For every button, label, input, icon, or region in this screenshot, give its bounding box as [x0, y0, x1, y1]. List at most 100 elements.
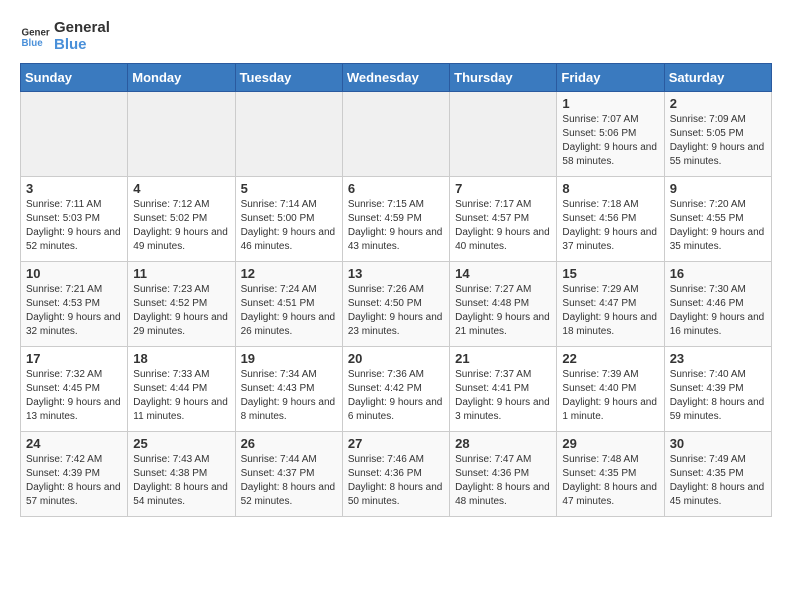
day-number: 8: [562, 181, 658, 196]
day-info: Sunrise: 7:39 AM Sunset: 4:40 PM Dayligh…: [562, 368, 658, 424]
day-number: 5: [241, 181, 337, 196]
day-info: Sunrise: 7:37 AM Sunset: 4:41 PM Dayligh…: [455, 368, 551, 424]
calendar-cell: 20 Sunrise: 7:36 AM Sunset: 4:42 PM Dayli…: [342, 347, 449, 432]
calendar-cell: 12 Sunrise: 7:24 AM Sunset: 4:51 PM Dayli…: [235, 262, 342, 347]
day-info: Sunrise: 7:24 AM Sunset: 4:51 PM Dayligh…: [241, 283, 337, 339]
week-row-3: 10 Sunrise: 7:21 AM Sunset: 4:53 PM Dayli…: [21, 262, 772, 347]
calendar-cell: [235, 92, 342, 177]
day-info: Sunrise: 7:27 AM Sunset: 4:48 PM Dayligh…: [455, 283, 551, 339]
day-number: 15: [562, 266, 658, 281]
day-number: 30: [670, 436, 766, 451]
day-number: 7: [455, 181, 551, 196]
calendar-cell: 3Sunrise: 7:11 AM Sunset: 5:03 PM Daylig…: [21, 177, 128, 262]
calendar-cell: 29Sunrise: 7:48 AM Sunset: 4:35 PM Dayli…: [557, 432, 664, 517]
calendar-cell: 10 Sunrise: 7:21 AM Sunset: 4:53 PM Dayli…: [21, 262, 128, 347]
calendar-cell: [128, 92, 235, 177]
day-info: Sunrise: 7:49 AM Sunset: 4:35 PM Dayligh…: [670, 453, 766, 509]
calendar-cell: 5 Sunrise: 7:14 AM Sunset: 5:00 PM Daylig…: [235, 177, 342, 262]
day-info: Sunrise: 7:12 AM Sunset: 5:02 PM Dayligh…: [133, 198, 229, 254]
week-row-4: 17 Sunrise: 7:32 AM Sunset: 4:45 PM Dayli…: [21, 347, 772, 432]
day-info: Sunrise: 7:32 AM Sunset: 4:45 PM Dayligh…: [26, 368, 122, 424]
day-info: Sunrise: 7:48 AM Sunset: 4:35 PM Dayligh…: [562, 453, 658, 509]
calendar-cell: 27 Sunrise: 7:46 AM Sunset: 4:36 PM Dayli…: [342, 432, 449, 517]
day-info: Sunrise: 7:17 AM Sunset: 4:57 PM Dayligh…: [455, 198, 551, 254]
day-info: Sunrise: 7:21 AM Sunset: 4:53 PM Dayligh…: [26, 283, 122, 339]
day-number: 16: [670, 266, 766, 281]
week-row-1: 1Sunrise: 7:07 AM Sunset: 5:06 PM Daylig…: [21, 92, 772, 177]
logo-icon: General Blue: [20, 22, 50, 52]
calendar-cell: 30 Sunrise: 7:49 AM Sunset: 4:35 PM Dayli…: [664, 432, 771, 517]
day-number: 1: [562, 96, 658, 111]
day-number: 6: [348, 181, 444, 196]
calendar-cell: 16Sunrise: 7:30 AM Sunset: 4:46 PM Dayli…: [664, 262, 771, 347]
calendar-cell: 14 Sunrise: 7:27 AM Sunset: 4:48 PM Dayli…: [450, 262, 557, 347]
day-number: 17: [26, 351, 122, 366]
day-info: Sunrise: 7:33 AM Sunset: 4:44 PM Dayligh…: [133, 368, 229, 424]
day-number: 10: [26, 266, 122, 281]
calendar-cell: 4 Sunrise: 7:12 AM Sunset: 5:02 PM Daylig…: [128, 177, 235, 262]
day-info: Sunrise: 7:46 AM Sunset: 4:36 PM Dayligh…: [348, 453, 444, 509]
day-number: 18: [133, 351, 229, 366]
logo-blue-text: Blue: [54, 37, 110, 54]
day-number: 14: [455, 266, 551, 281]
calendar-cell: 6 Sunrise: 7:15 AM Sunset: 4:59 PM Daylig…: [342, 177, 449, 262]
calendar-cell: 13 Sunrise: 7:26 AM Sunset: 4:50 PM Dayli…: [342, 262, 449, 347]
day-number: 4: [133, 181, 229, 196]
calendar-cell: 18 Sunrise: 7:33 AM Sunset: 4:44 PM Dayli…: [128, 347, 235, 432]
day-number: 19: [241, 351, 337, 366]
calendar-cell: 25Sunrise: 7:43 AM Sunset: 4:38 PM Dayli…: [128, 432, 235, 517]
calendar-cell: [450, 92, 557, 177]
day-info: Sunrise: 7:40 AM Sunset: 4:39 PM Dayligh…: [670, 368, 766, 424]
day-info: Sunrise: 7:11 AM Sunset: 5:03 PM Dayligh…: [26, 198, 122, 254]
day-number: 27: [348, 436, 444, 451]
calendar-cell: 28 Sunrise: 7:47 AM Sunset: 4:36 PM Dayli…: [450, 432, 557, 517]
day-number: 11: [133, 266, 229, 281]
day-number: 23: [670, 351, 766, 366]
day-number: 25: [133, 436, 229, 451]
day-number: 12: [241, 266, 337, 281]
week-row-2: 3Sunrise: 7:11 AM Sunset: 5:03 PM Daylig…: [21, 177, 772, 262]
day-info: Sunrise: 7:18 AM Sunset: 4:56 PM Dayligh…: [562, 198, 658, 254]
day-info: Sunrise: 7:29 AM Sunset: 4:47 PM Dayligh…: [562, 283, 658, 339]
week-row-5: 24 Sunrise: 7:42 AM Sunset: 4:39 PM Dayli…: [21, 432, 772, 517]
day-number: 24: [26, 436, 122, 451]
day-number: 13: [348, 266, 444, 281]
weekday-header-friday: Friday: [557, 64, 664, 92]
day-number: 2: [670, 96, 766, 111]
calendar-cell: 26Sunrise: 7:44 AM Sunset: 4:37 PM Dayli…: [235, 432, 342, 517]
calendar-cell: 21 Sunrise: 7:37 AM Sunset: 4:41 PM Dayli…: [450, 347, 557, 432]
calendar-cell: 11Sunrise: 7:23 AM Sunset: 4:52 PM Dayli…: [128, 262, 235, 347]
calendar-cell: 17 Sunrise: 7:32 AM Sunset: 4:45 PM Dayli…: [21, 347, 128, 432]
weekday-header-thursday: Thursday: [450, 64, 557, 92]
calendar-cell: 7 Sunrise: 7:17 AM Sunset: 4:57 PM Daylig…: [450, 177, 557, 262]
weekday-header-row: SundayMondayTuesdayWednesdayThursdayFrid…: [21, 64, 772, 92]
day-info: Sunrise: 7:36 AM Sunset: 4:42 PM Dayligh…: [348, 368, 444, 424]
day-info: Sunrise: 7:14 AM Sunset: 5:00 PM Dayligh…: [241, 198, 337, 254]
weekday-header-saturday: Saturday: [664, 64, 771, 92]
calendar-cell: 1Sunrise: 7:07 AM Sunset: 5:06 PM Daylig…: [557, 92, 664, 177]
day-number: 21: [455, 351, 551, 366]
day-info: Sunrise: 7:47 AM Sunset: 4:36 PM Dayligh…: [455, 453, 551, 509]
day-number: 28: [455, 436, 551, 451]
calendar-cell: 23 Sunrise: 7:40 AM Sunset: 4:39 PM Dayli…: [664, 347, 771, 432]
svg-text:General: General: [22, 27, 51, 38]
day-number: 20: [348, 351, 444, 366]
logo-general-text: General: [54, 20, 110, 37]
calendar-cell: 2 Sunrise: 7:09 AM Sunset: 5:05 PM Daylig…: [664, 92, 771, 177]
calendar-cell: [21, 92, 128, 177]
calendar-cell: 15 Sunrise: 7:29 AM Sunset: 4:47 PM Dayli…: [557, 262, 664, 347]
day-info: Sunrise: 7:09 AM Sunset: 5:05 PM Dayligh…: [670, 113, 766, 169]
header: General Blue General Blue: [20, 20, 772, 53]
day-info: Sunrise: 7:20 AM Sunset: 4:55 PM Dayligh…: [670, 198, 766, 254]
logo: General Blue General Blue: [20, 20, 110, 53]
day-info: Sunrise: 7:26 AM Sunset: 4:50 PM Dayligh…: [348, 283, 444, 339]
day-info: Sunrise: 7:15 AM Sunset: 4:59 PM Dayligh…: [348, 198, 444, 254]
day-info: Sunrise: 7:42 AM Sunset: 4:39 PM Dayligh…: [26, 453, 122, 509]
calendar-cell: 22 Sunrise: 7:39 AM Sunset: 4:40 PM Dayli…: [557, 347, 664, 432]
calendar-cell: 19 Sunrise: 7:34 AM Sunset: 4:43 PM Dayli…: [235, 347, 342, 432]
calendar-cell: 9Sunrise: 7:20 AM Sunset: 4:55 PM Daylig…: [664, 177, 771, 262]
calendar-table: SundayMondayTuesdayWednesdayThursdayFrid…: [20, 63, 772, 517]
day-info: Sunrise: 7:34 AM Sunset: 4:43 PM Dayligh…: [241, 368, 337, 424]
weekday-header-tuesday: Tuesday: [235, 64, 342, 92]
day-number: 22: [562, 351, 658, 366]
